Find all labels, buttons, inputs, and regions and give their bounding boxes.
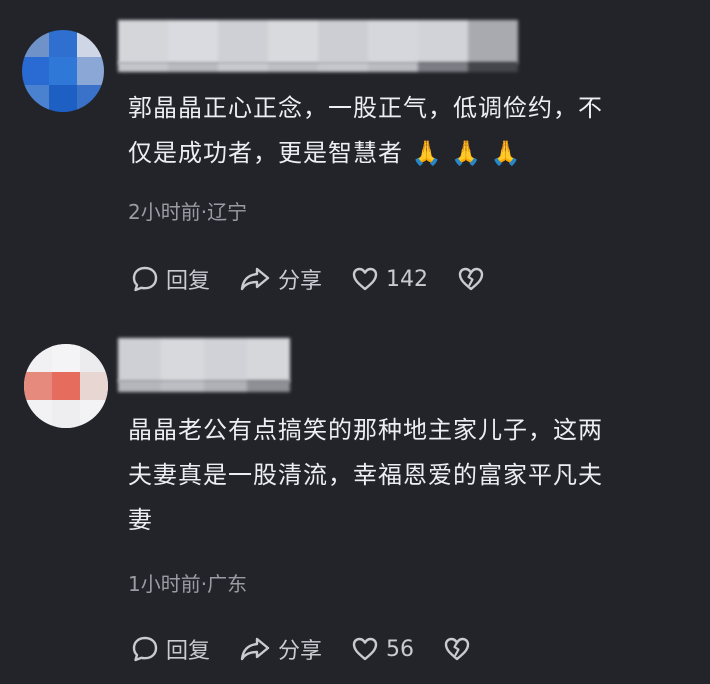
comment-text: 晶晶老公有点搞笑的那种地主家儿子，这两 夫妻真是一股清流，幸福恩爱的富家平凡夫 … (128, 408, 688, 543)
heart-outline-icon (352, 637, 378, 661)
reply-button[interactable]: 回复 (130, 263, 210, 295)
broken-heart-icon (458, 267, 484, 291)
share-button[interactable]: 分享 (238, 263, 322, 295)
comment-text: 郭晶晶正心正念，一股正气，低调俭约，不 仅是成功者，更是智慧者 🙏 🙏 🙏 (128, 86, 688, 176)
comment-actions: 回复 分享 56 (130, 632, 506, 666)
speech-bubble-icon (132, 266, 158, 292)
username-redacted-tail (118, 62, 518, 72)
username-redacted-tail (118, 380, 290, 392)
username-redacted (118, 20, 518, 64)
comment-meta: 2小时前·辽宁 (128, 200, 248, 224)
reply-label: 回复 (166, 639, 211, 664)
dislike-button[interactable] (456, 264, 492, 294)
broken-heart-icon (444, 637, 470, 661)
share-button[interactable]: 分享 (238, 633, 322, 665)
comment-text-line: 夫妻真是一股清流，幸福恩爱的富家平凡夫 (128, 461, 603, 489)
comment-text-line: 晶晶老公有点搞笑的那种地主家儿子，这两 (128, 416, 603, 444)
comment-text-line: 妻 (128, 506, 153, 534)
comment-meta: 1小时前·广东 (128, 572, 248, 596)
speech-bubble-icon (132, 636, 158, 662)
comment-item-1: 郭晶晶正心正念，一股正气，低调俭约，不 仅是成功者，更是智慧者 🙏 🙏 🙏 2小… (0, 0, 710, 330)
share-label: 分享 (278, 269, 323, 294)
like-button[interactable]: 142 (350, 264, 428, 294)
share-arrow-icon (240, 637, 270, 661)
reply-button[interactable]: 回复 (130, 633, 210, 665)
share-label: 分享 (278, 639, 323, 664)
dislike-button[interactable] (442, 634, 478, 664)
like-count: 142 (386, 266, 429, 292)
avatar[interactable] (24, 344, 108, 428)
like-button[interactable]: 56 (350, 634, 414, 664)
reply-label: 回复 (166, 269, 211, 294)
comment-text-line: 仅是成功者，更是智慧者 🙏 🙏 🙏 (128, 139, 522, 167)
username-redacted (118, 338, 290, 382)
comment-item-2: 晶晶老公有点搞笑的那种地主家儿子，这两 夫妻真是一股清流，幸福恩爱的富家平凡夫 … (0, 330, 710, 684)
comment-actions: 回复 分享 142 (130, 262, 520, 296)
like-count: 56 (386, 636, 415, 662)
avatar[interactable] (22, 30, 104, 112)
heart-outline-icon (352, 267, 378, 291)
comment-text-line: 郭晶晶正心正念，一股正气，低调俭约，不 (128, 94, 603, 122)
share-arrow-icon (240, 267, 270, 291)
